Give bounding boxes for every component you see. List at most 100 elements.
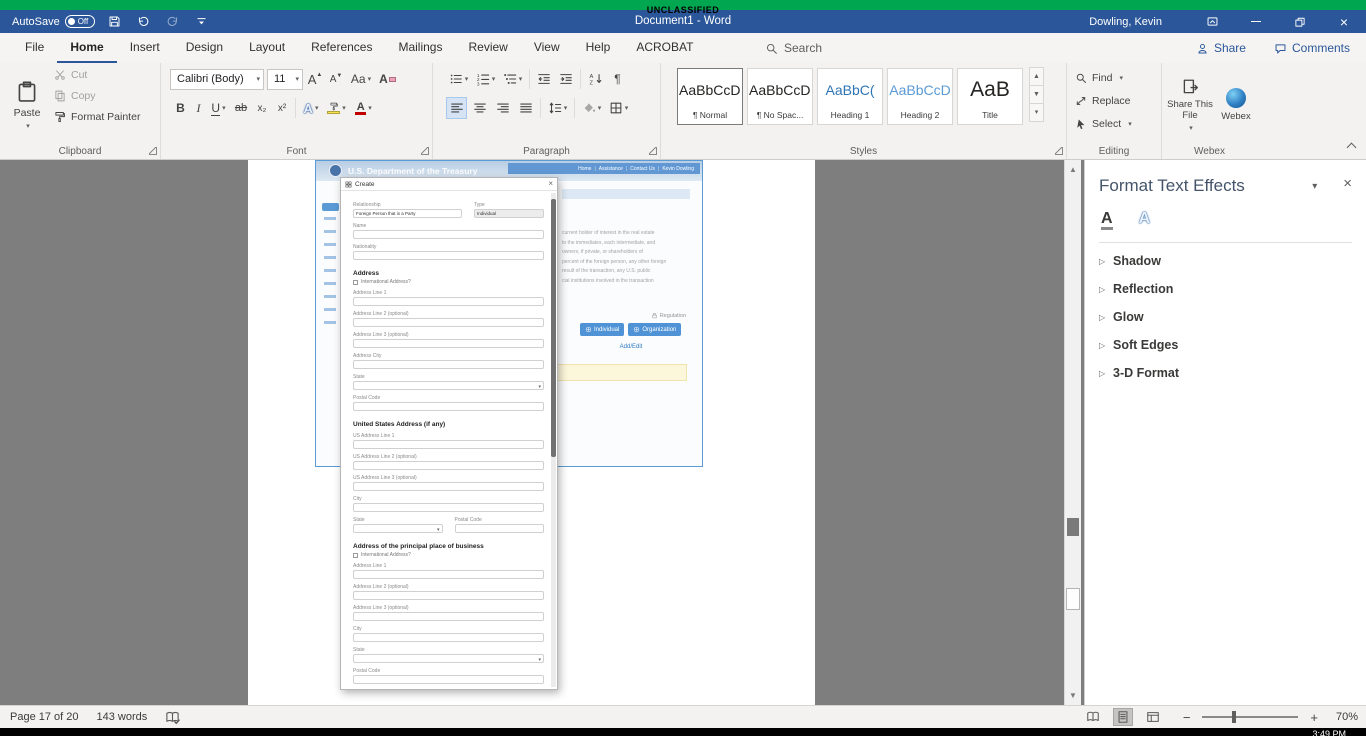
- style-normal[interactable]: AaBbCcDc ¶ Normal: [677, 68, 743, 125]
- zoom-level[interactable]: 70%: [1328, 711, 1358, 723]
- us-city-input[interactable]: [353, 503, 544, 512]
- text-effects-button[interactable]: A: [300, 97, 322, 119]
- text-effects-tab-icon[interactable]: A: [1139, 210, 1151, 230]
- font-color-button[interactable]: A: [351, 97, 376, 119]
- text-fill-outline-icon[interactable]: A: [1101, 210, 1113, 230]
- increase-indent-button[interactable]: [556, 68, 576, 90]
- ribbon-display-options-button[interactable]: [1190, 10, 1234, 33]
- clear-formatting-button[interactable]: A: [377, 68, 398, 90]
- individual-button[interactable]: Individual: [580, 323, 624, 336]
- find-button[interactable]: Find: [1075, 72, 1123, 84]
- grow-font-button[interactable]: A▲: [306, 68, 324, 90]
- document-page[interactable]: U.S. Department of the Treasury Home Ass…: [248, 160, 815, 705]
- type-select[interactable]: Individual: [474, 209, 544, 218]
- principal-line1-input[interactable]: [353, 570, 544, 579]
- us-line3-input[interactable]: [353, 482, 544, 491]
- tab-insert[interactable]: Insert: [117, 33, 173, 63]
- tab-file[interactable]: File: [12, 33, 57, 63]
- scroll-down-arrow[interactable]: ▼: [1065, 691, 1081, 700]
- organization-button[interactable]: Organization: [628, 323, 681, 336]
- align-right-button[interactable]: [492, 97, 513, 119]
- sort-button[interactable]: [585, 68, 607, 90]
- tab-acrobat[interactable]: ACROBAT: [623, 33, 706, 63]
- zoom-slider-thumb[interactable]: [1232, 711, 1236, 723]
- paragraph-dialog-launcher[interactable]: [649, 147, 657, 155]
- tab-mailings[interactable]: Mailings: [385, 33, 455, 63]
- tab-design[interactable]: Design: [173, 33, 236, 63]
- clipboard-dialog-launcher[interactable]: [149, 147, 157, 155]
- principal-international-checkbox[interactable]: International Address?: [353, 552, 544, 558]
- style-no-spacing[interactable]: AaBbCcDc ¶ No Spac...: [747, 68, 813, 125]
- pane-menu-chevron-icon[interactable]: ▾: [1312, 181, 1317, 192]
- tab-review[interactable]: Review: [455, 33, 520, 63]
- decrease-indent-button[interactable]: [534, 68, 554, 90]
- bullets-button[interactable]: [446, 68, 471, 90]
- show-formatting-marks-button[interactable]: ¶: [609, 68, 626, 90]
- page-indicator[interactable]: Page 17 of 20: [10, 711, 79, 723]
- styles-scroll-down-button[interactable]: ▼: [1029, 85, 1044, 104]
- restore-button[interactable]: [1278, 10, 1322, 33]
- shadow-expander[interactable]: ▷ Shadow: [1085, 247, 1366, 275]
- justify-button[interactable]: [515, 97, 536, 119]
- proofing-book-icon[interactable]: [165, 710, 180, 725]
- read-mode-button[interactable]: [1083, 708, 1103, 726]
- paste-button[interactable]: Paste: [6, 67, 48, 143]
- reflection-expander[interactable]: ▷ Reflection: [1085, 275, 1366, 303]
- address-city-input[interactable]: [353, 360, 544, 369]
- align-left-button[interactable]: [446, 97, 467, 119]
- threed-format-expander[interactable]: ▷ 3-D Format: [1085, 359, 1366, 387]
- scroll-up-arrow[interactable]: ▲: [1065, 165, 1081, 174]
- font-size-combo[interactable]: 11: [267, 69, 303, 90]
- subscript-button[interactable]: x₂: [253, 97, 271, 119]
- copy-button[interactable]: Copy: [54, 90, 140, 102]
- principal-city-input[interactable]: [353, 633, 544, 642]
- name-input[interactable]: [353, 230, 544, 239]
- nationality-input[interactable]: [353, 251, 544, 260]
- international-address-checkbox[interactable]: International Address?: [353, 279, 544, 285]
- style-title[interactable]: AaB Title: [957, 68, 1023, 125]
- tab-layout[interactable]: Layout: [236, 33, 298, 63]
- principal-state-select[interactable]: [353, 654, 544, 663]
- borders-button[interactable]: [606, 97, 631, 119]
- principal-postal-input[interactable]: [353, 675, 544, 684]
- tab-references[interactable]: References: [298, 33, 385, 63]
- zoom-slider[interactable]: [1202, 716, 1298, 718]
- zoom-in-button[interactable]: +: [1310, 710, 1318, 725]
- signed-in-user[interactable]: Dowling, Kevin: [1089, 16, 1162, 28]
- address-line2-input[interactable]: [353, 318, 544, 327]
- close-button[interactable]: ×: [1322, 10, 1366, 33]
- scrollbar-thumb[interactable]: [1066, 588, 1080, 610]
- share-button[interactable]: Share: [1196, 41, 1246, 55]
- tab-home[interactable]: Home: [57, 33, 116, 63]
- replace-button[interactable]: Replace: [1075, 95, 1131, 107]
- highlight-color-button[interactable]: [324, 97, 349, 119]
- styles-dialog-launcher[interactable]: [1055, 147, 1063, 155]
- styles-more-button[interactable]: ▾: [1029, 103, 1044, 122]
- share-this-file-button[interactable]: Share This File: [1164, 67, 1216, 143]
- align-center-button[interactable]: [469, 97, 490, 119]
- modal-scrollbar[interactable]: [551, 193, 556, 687]
- minimize-button[interactable]: [1234, 10, 1278, 33]
- principal-line2-input[interactable]: [353, 591, 544, 600]
- style-heading-1[interactable]: AaBbC( Heading 1: [817, 68, 883, 125]
- select-button[interactable]: Select: [1075, 118, 1132, 130]
- us-line2-input[interactable]: [353, 461, 544, 470]
- modal-scrollbar-thumb[interactable]: [551, 199, 556, 457]
- us-postal-input[interactable]: [455, 524, 545, 533]
- collapse-ribbon-button[interactable]: [1347, 143, 1357, 153]
- zoom-out-button[interactable]: −: [1183, 710, 1191, 725]
- shading-button[interactable]: [579, 97, 604, 119]
- nav-home[interactable]: Home: [578, 166, 591, 172]
- glow-expander[interactable]: ▷ Glow: [1085, 303, 1366, 331]
- font-dialog-launcher[interactable]: [421, 147, 429, 155]
- us-line1-input[interactable]: [353, 440, 544, 449]
- state-select[interactable]: [353, 381, 544, 390]
- taskbar[interactable]: 3:49 PM: [0, 728, 1366, 736]
- principal-line3-input[interactable]: [353, 612, 544, 621]
- superscript-button[interactable]: x²: [273, 97, 291, 119]
- modal-close-button[interactable]: ×: [548, 180, 553, 188]
- add-edit-link[interactable]: Add/Edit: [580, 344, 682, 350]
- pane-close-button[interactable]: ×: [1343, 176, 1352, 191]
- numbering-button[interactable]: [473, 68, 498, 90]
- word-count[interactable]: 143 words: [97, 711, 148, 723]
